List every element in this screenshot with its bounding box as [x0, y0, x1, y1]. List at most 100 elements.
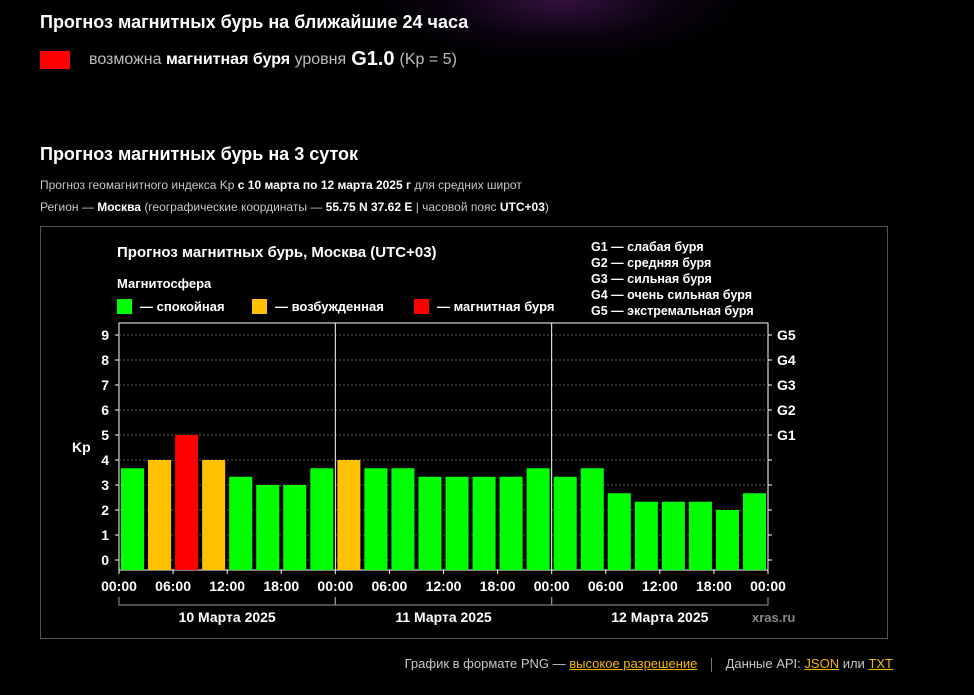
- kp-bar: [418, 476, 442, 570]
- x-tick-label: 00:00: [534, 578, 570, 594]
- kp-bar: [202, 460, 226, 570]
- g-legend-g3: G3 — сильная буря: [591, 272, 712, 286]
- kp-bar: [283, 485, 307, 570]
- watermark: xras.ru: [752, 610, 795, 625]
- day-bracket: [118, 597, 336, 606]
- forecast-24h-text-bold: магнитная буря: [165, 50, 291, 68]
- x-tick-label: 00:00: [101, 578, 137, 594]
- footer: График в формате PNG — высокое разрешени…: [405, 656, 893, 672]
- y-tick-label: 7: [101, 377, 109, 393]
- forecast-24h-row: возможна магнитная буря уровня G1.0 (Kp …: [40, 48, 457, 71]
- json-link[interactable]: JSON: [804, 656, 839, 671]
- x-tick-label: 00:00: [750, 578, 786, 594]
- region-close-paren: ): [544, 200, 549, 214]
- g-scale-label: G5: [777, 327, 796, 343]
- g-scale-label: G2: [777, 402, 796, 418]
- g-scale-label: G1: [777, 427, 796, 443]
- forecast-3d-title: Прогноз магнитных бурь на 3 суток: [40, 144, 359, 164]
- x-tick-label: 18:00: [696, 578, 732, 594]
- chart-title: Прогноз магнитных бурь, Москва (UTC+03): [117, 244, 437, 261]
- x-tick-label: 06:00: [588, 578, 624, 594]
- kp-bar: [526, 468, 550, 570]
- kp-bar: [607, 493, 631, 570]
- kp-bar: [472, 476, 496, 570]
- kp-bar: [742, 493, 766, 570]
- storm-color-swatch: [40, 50, 70, 69]
- y-tick-label: 1: [101, 527, 109, 543]
- kp-bar: [337, 460, 361, 570]
- kp-bar: [175, 435, 199, 570]
- kp-bar: [391, 468, 415, 570]
- period-dates: с 10 марта по 12 марта 2025 г: [237, 178, 411, 192]
- footer-separator: [711, 657, 712, 672]
- chart-plot-area: 0 1 2 3 4 5 6 7 8 9 G1 G2 G3 G4 G5 00:00 06:00 12:00 18:00…: [101, 322, 796, 625]
- legend-swatch-quiet: [117, 299, 132, 314]
- y-axis-label: Kp: [72, 439, 91, 455]
- forecast-period-line: Прогноз геомагнитного индекса Kp с 10 ма…: [40, 178, 522, 192]
- footer-or-text: или: [842, 656, 865, 671]
- region-text-mid: (географические координаты —: [144, 200, 323, 214]
- x-tick-label: 12:00: [209, 578, 245, 594]
- y-tick-label: 3: [101, 477, 109, 493]
- kp-value: (Kp = 5): [399, 50, 457, 68]
- kp-bar: [445, 476, 469, 570]
- kp-bar: [229, 476, 253, 570]
- kp-chart-frame: Прогноз магнитных бурь, Москва (UTC+03) …: [40, 226, 888, 639]
- day-bracket: [551, 597, 769, 606]
- legend-swatch-storm: [414, 299, 429, 314]
- x-tick-label: 12:00: [642, 578, 678, 594]
- kp-bar: [634, 501, 658, 570]
- timezone: UTC+03: [499, 200, 545, 214]
- g-scale-label: G4: [777, 352, 796, 368]
- g-legend-g2: G2 — средняя буря: [591, 256, 711, 270]
- region-line: Регион — Москва (географические координа…: [40, 200, 549, 214]
- timezone-text: | часовой пояс: [415, 200, 497, 214]
- x-tick-label: 06:00: [372, 578, 408, 594]
- kp-bar: [553, 476, 577, 570]
- txt-link[interactable]: TXT: [868, 656, 893, 671]
- legend-label-quiet: — спокойная: [140, 299, 225, 314]
- y-tick-label: 0: [101, 552, 109, 568]
- y-tick-label: 2: [101, 502, 109, 518]
- kp-bar: [688, 501, 712, 570]
- period-text-pre: Прогноз геомагнитного индекса Kp: [40, 178, 235, 192]
- day-label: 10 Марта 2025: [179, 609, 276, 625]
- legend-label-active: — возбужденная: [275, 299, 384, 314]
- kp-bar: [715, 510, 739, 570]
- kp-bar: [499, 476, 523, 570]
- kp-bar: [580, 468, 604, 570]
- legend-swatch-active: [252, 299, 267, 314]
- day-bracket: [334, 597, 553, 606]
- y-tick-label: 5: [101, 427, 109, 443]
- storm-level: G1.0: [351, 48, 395, 70]
- kp-bar: [310, 468, 334, 570]
- kp-chart: Прогноз магнитных бурь, Москва (UTC+03) …: [72, 240, 796, 625]
- x-tick-label: 18:00: [263, 578, 299, 594]
- g-scale-label: G3: [777, 377, 796, 393]
- y-tick-label: 6: [101, 402, 109, 418]
- footer-png-text: График в формате PNG —: [404, 656, 566, 671]
- region-text-pre: Регион —: [40, 200, 94, 214]
- g-legend-g1: G1 — слабая буря: [591, 240, 704, 254]
- kp-bar: [661, 501, 685, 570]
- x-tick-label: 18:00: [480, 578, 516, 594]
- high-resolution-link[interactable]: высокое разрешение: [569, 656, 697, 671]
- x-tick-label: 12:00: [426, 578, 462, 594]
- day-label: 12 Марта 2025: [611, 609, 708, 625]
- kp-bar: [121, 468, 145, 570]
- g-legend-g4: G4 — очень сильная буря: [591, 288, 752, 302]
- legend-label-storm: — магнитная буря: [437, 299, 554, 314]
- y-tick-label: 4: [101, 452, 109, 468]
- kp-bar: [148, 460, 172, 570]
- forecast-24h-text-pre: возможна: [89, 50, 162, 68]
- x-tick-label: 00:00: [317, 578, 353, 594]
- region-coords: 55.75 N 37.62 E: [325, 200, 413, 214]
- g-legend-g5: G5 — экстремальная буря: [591, 304, 754, 318]
- y-tick-label: 8: [101, 352, 109, 368]
- forecast-24h-title: Прогноз магнитных бурь на ближайшие 24 ч…: [40, 12, 469, 32]
- kp-bar: [364, 468, 388, 570]
- x-tick-label: 06:00: [155, 578, 191, 594]
- y-tick-label: 9: [101, 327, 109, 343]
- legend-title: Магнитосфера: [117, 276, 212, 291]
- region-name: Москва: [97, 200, 141, 214]
